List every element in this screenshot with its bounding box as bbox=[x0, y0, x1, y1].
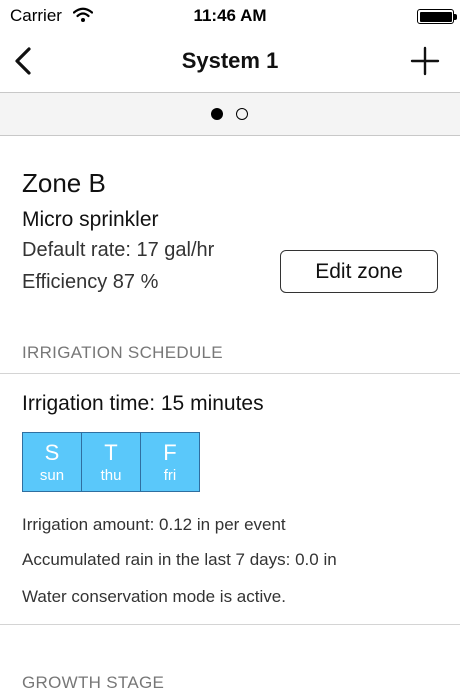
page-dot-active[interactable] bbox=[211, 108, 223, 120]
page-indicator-bar bbox=[0, 92, 460, 136]
battery-icon bbox=[417, 9, 454, 24]
day-friday[interactable]: F fri bbox=[141, 433, 199, 491]
nav-bar: System 1 bbox=[0, 32, 460, 92]
page-dot-inactive[interactable] bbox=[236, 108, 248, 120]
irrigation-days: S sun T thu F fri bbox=[22, 432, 200, 492]
status-bar: Carrier 11:46 AM bbox=[0, 0, 460, 32]
day-name: thu bbox=[100, 467, 122, 484]
zone-type: Micro sprinkler bbox=[22, 208, 159, 231]
zone-name: Zone B bbox=[22, 168, 106, 198]
day-name: sun bbox=[39, 467, 65, 484]
day-name: fri bbox=[163, 467, 177, 484]
day-letter: S bbox=[44, 440, 60, 465]
zone-default-rate: Default rate: 17 gal/hr bbox=[22, 239, 215, 261]
clock-label: 11:46 AM bbox=[193, 6, 267, 25]
irrigation-schedule-header: IRRIGATION SCHEDULE bbox=[22, 343, 223, 362]
edit-zone-button[interactable]: Edit zone bbox=[280, 250, 438, 293]
irrigation-time: Irrigation time: 15 minutes bbox=[22, 392, 264, 415]
day-letter: F bbox=[163, 440, 177, 465]
growth-stage-header: GROWTH STAGE bbox=[22, 673, 165, 690]
page-title: System 1 bbox=[181, 48, 279, 73]
divider bbox=[0, 373, 460, 374]
add-button[interactable] bbox=[408, 44, 442, 78]
battery-nub bbox=[454, 14, 457, 20]
day-sunday[interactable]: S sun bbox=[23, 433, 82, 491]
day-letter: T bbox=[104, 440, 118, 465]
day-thursday[interactable]: T thu bbox=[82, 433, 141, 491]
irrigation-amount: Irrigation amount: 0.12 in per event bbox=[22, 515, 286, 534]
conservation-status: Water conservation mode is active. bbox=[22, 587, 286, 606]
plus-icon bbox=[410, 46, 440, 76]
zone-efficiency: Efficiency 87 % bbox=[22, 271, 159, 293]
accumulated-rain: Accumulated rain in the last 7 days: 0.0… bbox=[22, 550, 337, 569]
divider bbox=[0, 624, 460, 625]
